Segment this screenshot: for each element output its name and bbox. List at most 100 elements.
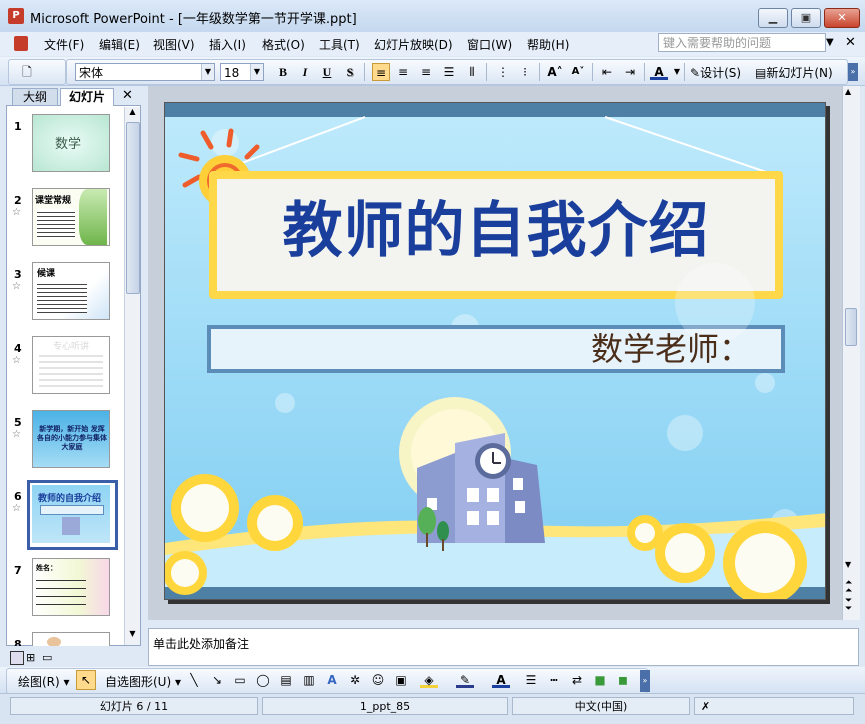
increase-font-icon[interactable]: A˄ xyxy=(546,63,564,81)
notes-pane[interactable]: 单击此处添加备注 xyxy=(148,628,859,666)
slide-title[interactable]: 教师的自我介绍 xyxy=(217,177,775,287)
line-tool-icon[interactable]: ╲ xyxy=(185,671,203,689)
notes-placeholder[interactable]: 单击此处添加备注 xyxy=(153,635,249,652)
align-right-icon[interactable]: ≡ xyxy=(417,63,435,81)
bullet-list-icon[interactable]: ⁝ xyxy=(516,63,534,81)
font-size-select[interactable]: 18 ▼ xyxy=(220,63,264,81)
clipart-icon[interactable]: ☺ xyxy=(369,671,387,689)
slide-subtitle[interactable]: 数学老师： xyxy=(211,329,751,369)
menu-view[interactable]: 视图(V) xyxy=(153,36,195,53)
close-pane-icon[interactable]: ✕ xyxy=(122,88,133,103)
diagram-icon[interactable]: ✲ xyxy=(346,671,364,689)
menu-edit[interactable]: 编辑(E) xyxy=(99,36,140,53)
line-style-icon[interactable]: ☰ xyxy=(522,671,540,689)
language-indicator: 中文(中国) xyxy=(512,697,690,715)
slide-thumbnail[interactable]: 专心听讲 xyxy=(32,336,110,394)
tab-slides[interactable]: 幻灯片 xyxy=(60,88,114,106)
distribute-icon[interactable]: ☰ xyxy=(440,63,458,81)
chevron-down-icon[interactable]: ▼ xyxy=(826,37,834,48)
numbered-list-icon[interactable]: ⋮ xyxy=(494,63,512,81)
close-document-icon[interactable]: ✕ xyxy=(845,35,856,50)
arrow-tool-icon[interactable]: ↘ xyxy=(208,671,226,689)
shadow-style-icon[interactable]: ■ xyxy=(591,671,609,689)
scrollbar-thumb[interactable] xyxy=(845,308,857,346)
close-button[interactable]: ✕ xyxy=(824,8,860,28)
menu-window[interactable]: 窗口(W) xyxy=(467,36,512,53)
picture-icon[interactable]: ▣ xyxy=(392,671,410,689)
menu-slideshow[interactable]: 幻灯片放映(D) xyxy=(374,36,453,53)
wordart-icon[interactable]: A xyxy=(323,671,341,689)
slideshow-view-icon[interactable]: ▭ xyxy=(42,651,52,664)
normal-view-icon[interactable] xyxy=(10,651,24,665)
title-bar: P Microsoft PowerPoint - [一年级数学第一节开学课.pp… xyxy=(0,0,865,33)
scroll-down-icon[interactable]: ▼ xyxy=(126,629,139,643)
previous-slide-icon[interactable]: ⏶ ⏶ xyxy=(845,579,852,596)
menu-tools[interactable]: 工具(T) xyxy=(319,36,360,53)
align-center-icon[interactable]: ≡ xyxy=(394,63,412,81)
thumbnail-text: 教师的自我介绍 xyxy=(38,494,102,504)
slide-thumbnail[interactable]: 课堂常规 xyxy=(32,188,110,246)
toolbar-options-icon[interactable]: » xyxy=(848,63,858,81)
thumbnail-image xyxy=(47,637,61,646)
increase-indent-icon[interactable]: ⇥ xyxy=(621,63,639,81)
slide-thumbnail[interactable]: 候课 xyxy=(32,262,110,320)
align-left-icon[interactable]: ≡ xyxy=(372,63,390,81)
draw-menu[interactable]: 绘图(R) ▾ xyxy=(18,673,70,690)
design-button[interactable]: ✎设计(S) xyxy=(690,64,741,81)
scroll-up-icon[interactable]: ▲ xyxy=(126,107,139,121)
font-color-icon[interactable]: A xyxy=(492,671,510,688)
arrow-style-icon[interactable]: ⇄ xyxy=(568,671,586,689)
slide-vertical-scrollbar[interactable]: ▲ ▼ ⏶ ⏶ ⏷ ⏷ xyxy=(842,86,860,620)
oval-tool-icon[interactable]: ◯ xyxy=(254,671,272,689)
formatting-toolbar: 🗋 宋体 ▼ 18 ▼ B I U S ≡ ≡ ≡ ☰ ⫴ ⋮ ⁝ A˄ A˅ ⇤ … xyxy=(0,57,865,86)
text-direction-icon[interactable]: ⫴ xyxy=(463,63,481,81)
decrease-font-icon[interactable]: A˅ xyxy=(569,63,587,81)
italic-button[interactable]: I xyxy=(296,63,314,81)
next-slide-icon[interactable]: ⏷ ⏷ xyxy=(845,597,852,614)
thumbnail-text: 候课 xyxy=(37,269,56,279)
slide-thumbnail-selected[interactable]: 教师的自我介绍 xyxy=(32,485,110,543)
animation-star-icon: ☆ xyxy=(12,281,21,292)
tab-outline[interactable]: 大纲 xyxy=(12,88,58,106)
minimize-button[interactable]: ▁ xyxy=(758,8,788,28)
dash-style-icon[interactable]: ┅ xyxy=(545,671,563,689)
vertical-textbox-icon[interactable]: ▥ xyxy=(300,671,318,689)
autoshapes-menu[interactable]: 自选图形(U) ▾ xyxy=(105,673,181,690)
new-file-icon[interactable]: 🗋 xyxy=(18,63,36,81)
toolbar-separator xyxy=(644,63,645,81)
fill-color-icon[interactable]: ◈ xyxy=(420,671,438,688)
shadow-button[interactable]: S xyxy=(341,63,359,81)
slide-thumbnail[interactable]: 姓名： xyxy=(32,558,110,616)
slide-thumbnail[interactable] xyxy=(32,632,110,646)
rectangle-tool-icon[interactable]: ▭ xyxy=(231,671,249,689)
slide-canvas[interactable]: 教师的自我介绍 数学老师： xyxy=(164,102,826,600)
select-pointer-icon[interactable]: ↖ xyxy=(76,670,96,690)
line-color-icon[interactable]: ✎ xyxy=(456,671,474,688)
slide-number: 8 xyxy=(14,638,22,646)
menu-help[interactable]: 帮助(H) xyxy=(527,36,569,53)
scrollbar-thumb[interactable] xyxy=(126,122,140,294)
help-search-input[interactable]: 键入需要帮助的问题 xyxy=(658,33,826,52)
toolbar-options-icon[interactable]: » xyxy=(640,670,650,692)
underline-button[interactable]: U xyxy=(318,63,336,81)
spelling-status-icon[interactable]: ✗ xyxy=(694,697,854,715)
slide-thumbnail[interactable]: 数学 xyxy=(32,114,110,172)
bold-button[interactable]: B xyxy=(274,63,292,81)
font-color-icon[interactable]: A xyxy=(650,63,668,80)
scroll-down-icon[interactable]: ▼ xyxy=(845,560,851,569)
scroll-up-icon[interactable]: ▲ xyxy=(845,87,851,96)
font-name-select[interactable]: 宋体 ▼ xyxy=(75,63,215,81)
document-icon[interactable] xyxy=(14,36,28,51)
maximize-button[interactable]: ▣ xyxy=(791,8,821,28)
slide-sorter-icon[interactable]: ⊞ xyxy=(26,651,35,664)
new-slide-button[interactable]: ▤新幻灯片(N) xyxy=(755,64,833,81)
powerpoint-icon[interactable]: P xyxy=(8,8,24,24)
3d-style-icon[interactable]: ◼ xyxy=(614,671,632,689)
menu-insert[interactable]: 插入(I) xyxy=(209,36,246,53)
textbox-tool-icon[interactable]: ▤ xyxy=(277,671,295,689)
slides-pane-scrollbar[interactable]: ▲ ▼ xyxy=(124,107,140,645)
decrease-indent-icon[interactable]: ⇤ xyxy=(598,63,616,81)
menu-file[interactable]: 文件(F) xyxy=(44,36,84,53)
menu-format[interactable]: 格式(O) xyxy=(262,36,305,53)
slide-thumbnail[interactable]: 新学期，新开始 发挥各自的小能力参与集体大家庭 xyxy=(32,410,110,468)
